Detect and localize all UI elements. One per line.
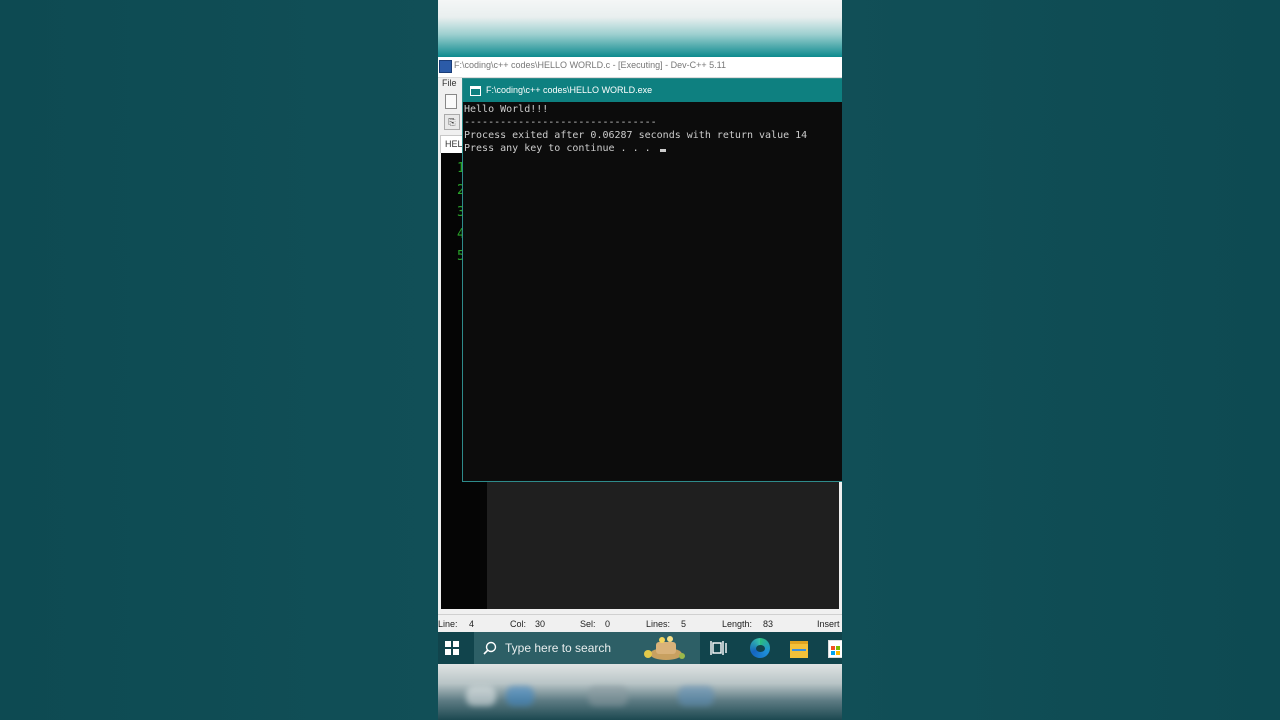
background-left: [0, 0, 438, 720]
top-blurred-area: [438, 0, 842, 57]
status-lines-label: Lines:: [646, 619, 671, 629]
status-insert-mode: Insert: [817, 619, 840, 629]
blurred-shape: [466, 686, 496, 706]
status-length-value: 83: [763, 619, 774, 629]
console-line: Process exited after 0.06287 seconds wit…: [464, 130, 808, 141]
edge-icon[interactable]: [750, 638, 770, 658]
screen-recording-frame: F:\coding\c++ codes\HELLO WORLD.c - [Exe…: [438, 0, 842, 720]
status-line-value: 4: [469, 619, 475, 629]
windows-start-icon[interactable]: [445, 641, 459, 655]
blurred-shape: [506, 686, 534, 706]
store-icon[interactable]: [828, 640, 842, 658]
console-line: --------------------------------: [464, 117, 657, 128]
taskbar: Type here to search: [438, 632, 842, 664]
status-lines-value: 5: [681, 619, 687, 629]
menu-file[interactable]: File: [442, 78, 457, 88]
console-line: Hello World!!!: [464, 104, 549, 115]
background-right: [842, 0, 1280, 720]
console-title-bar[interactable]: F:\coding\c++ codes\HELLO WORLD.exe: [463, 79, 842, 102]
status-col-value: 30: [535, 619, 546, 629]
status-sel-value: 0: [605, 619, 611, 629]
toolbar-icon[interactable]: ⎘: [444, 114, 460, 130]
search-placeholder: Type here to search: [505, 641, 612, 655]
devcpp-title-bar[interactable]: F:\coding\c++ codes\HELLO WORLD.c - [Exe…: [438, 57, 842, 78]
devcpp-app-icon: [439, 60, 452, 73]
search-highlight-illustration-icon: [644, 636, 685, 660]
new-file-icon[interactable]: [445, 94, 457, 109]
blurred-shape: [678, 686, 714, 706]
console-line: Press any key to continue . . .: [464, 143, 657, 154]
text-cursor: [659, 149, 666, 152]
search-icon: [483, 641, 497, 655]
console-app-icon: [470, 86, 481, 96]
status-length-label: Length:: [722, 619, 753, 629]
bottom-blurred-area: [438, 664, 842, 720]
console-window[interactable]: F:\coding\c++ codes\HELLO WORLD.exe Hell…: [462, 78, 842, 482]
status-col-label: Col:: [510, 619, 527, 629]
task-view-icon[interactable]: [710, 640, 728, 656]
taskbar-search-box[interactable]: Type here to search: [474, 632, 700, 664]
status-line-label: Line:: [438, 619, 458, 629]
devcpp-title-text: F:\coding\c++ codes\HELLO WORLD.c - [Exe…: [454, 60, 726, 70]
status-bar: Line: 4 Col: 30 Sel: 0 Lines: 5 Length: …: [438, 614, 842, 633]
status-sel-label: Sel:: [580, 619, 596, 629]
file-explorer-icon[interactable]: [790, 641, 808, 658]
blurred-shape: [588, 686, 628, 706]
console-line-prompt: Press any key to continue . . .: [464, 142, 666, 155]
console-output[interactable]: Hello World!!! -------------------------…: [464, 103, 842, 480]
console-title-text: F:\coding\c++ codes\HELLO WORLD.exe: [486, 85, 653, 95]
